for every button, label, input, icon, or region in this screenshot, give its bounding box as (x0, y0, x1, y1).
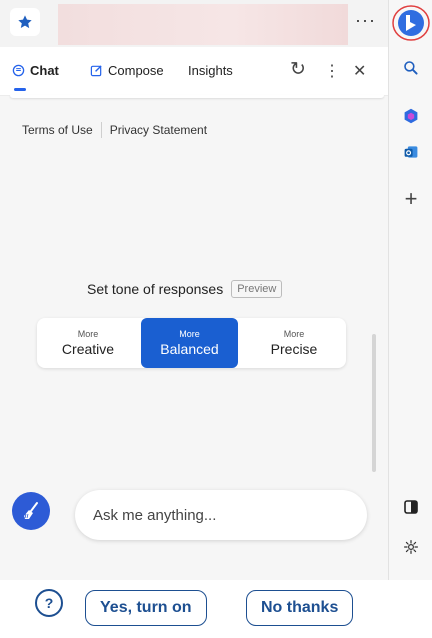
refresh-icon[interactable]: ↻ (290, 58, 306, 81)
help-icon[interactable]: ? (35, 589, 63, 617)
privacy-statement-link[interactable]: Privacy Statement (110, 123, 207, 137)
preview-badge: Preview (231, 280, 283, 298)
split-screen-icon (404, 500, 418, 514)
legal-links: Terms of Use Privacy Statement (22, 122, 207, 138)
no-thanks-button[interactable]: No thanks (246, 590, 354, 626)
redacted-address-bar (58, 4, 348, 45)
panel-scrollbar[interactable] (372, 334, 376, 472)
panel-tab-bar: Chat Compose Insights ↻ ⋮ ✕ (0, 47, 388, 96)
tone-qualifier: More (283, 329, 305, 339)
tab-compose-label: Compose (108, 63, 164, 78)
copilot-panel: Chat Compose Insights ↻ ⋮ ✕ Terms of Use… (0, 47, 388, 580)
message-card (10, 95, 384, 98)
tone-creative-button[interactable]: More Creative (37, 318, 139, 368)
outlook-icon (404, 146, 418, 158)
bing-copilot-button[interactable] (389, 3, 432, 43)
tone-qualifier: More (179, 329, 200, 339)
bing-copilot-icon (392, 5, 430, 41)
office-icon (404, 108, 418, 124)
tone-heading-text: Set tone of responses (87, 281, 224, 297)
sidebar-office-button[interactable] (389, 101, 432, 131)
enable-prompt-bar: ? Yes, turn on No thanks (0, 580, 432, 638)
tab-chat-label: Chat (30, 63, 59, 78)
panel-more-icon[interactable]: ⋮ (324, 61, 340, 81)
tone-qualifier: More (77, 329, 99, 339)
new-topic-button[interactable] (12, 492, 50, 530)
compose-icon (90, 65, 102, 77)
active-tab-indicator (14, 88, 26, 91)
chat-icon (12, 64, 25, 77)
tab-chat[interactable]: Chat (12, 63, 59, 78)
tone-name: Precise (270, 341, 318, 357)
sidebar-outlook-button[interactable] (389, 137, 432, 167)
more-menu-button[interactable]: ··· (355, 10, 376, 31)
sidebar-search-button[interactable] (389, 53, 432, 83)
settings-icon (404, 540, 418, 554)
broom-icon (24, 502, 38, 519)
sidebar-settings-button[interactable] (389, 532, 432, 562)
link-divider (100, 122, 102, 138)
close-icon[interactable]: ✕ (353, 61, 366, 81)
tab-compose[interactable]: Compose (90, 63, 164, 78)
terms-of-use-link[interactable]: Terms of Use (22, 123, 93, 137)
tab-insights-label: Insights (188, 63, 233, 78)
tone-selector: More Creative More Balanced More Precise (37, 318, 346, 368)
favorite-star-button[interactable] (10, 8, 40, 36)
add-icon[interactable]: + (389, 184, 432, 214)
tone-name: Creative (61, 341, 115, 357)
search-icon (404, 61, 418, 75)
tone-precise-button[interactable]: More Precise (242, 318, 346, 368)
tone-name: Balanced (160, 341, 219, 357)
tab-insights[interactable]: Insights (188, 63, 233, 78)
browser-top-bar: ··· (0, 0, 388, 47)
yes-turn-on-button[interactable]: Yes, turn on (85, 590, 207, 626)
tone-balanced-button[interactable]: More Balanced (141, 318, 238, 368)
star-icon (18, 15, 32, 29)
ask-input[interactable] (75, 490, 367, 540)
tone-heading: Set tone of responses Preview (87, 280, 283, 298)
split-screen-button[interactable] (389, 492, 432, 522)
edge-sidebar: + (388, 0, 432, 580)
